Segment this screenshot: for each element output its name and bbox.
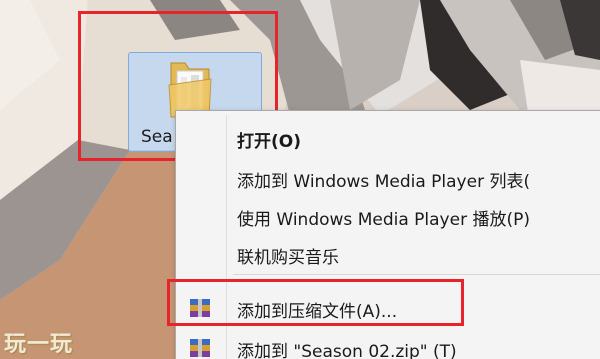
menu-item-play-with-wmp[interactable]: 使用 Windows Media Player 播放(P) bbox=[176, 199, 600, 233]
desktop: Sea 打开(O) 添加到 Windows Media Player 列表( 使… bbox=[0, 0, 600, 359]
menu-item-open[interactable]: 打开(O) bbox=[176, 121, 600, 155]
menu-item-add-to-wmp-list[interactable]: 添加到 Windows Media Player 列表( bbox=[176, 161, 600, 195]
watermark: 玩一玩 bbox=[4, 332, 74, 357]
menu-item-label: 使用 Windows Media Player 播放(P) bbox=[237, 210, 530, 230]
highlight-box-menu-item bbox=[167, 279, 464, 326]
menu-item-label: 联机购买音乐 bbox=[237, 248, 339, 268]
winrar-archive-icon bbox=[190, 339, 210, 357]
menu-item-label: 添加到 "Season 02.zip" (T) bbox=[237, 342, 457, 359]
menu-item-add-to-season-zip[interactable]: 添加到 "Season 02.zip" (T) bbox=[176, 331, 600, 359]
menu-item-label: 打开(O) bbox=[237, 132, 301, 152]
menu-item-buy-music-online[interactable]: 联机购买音乐 bbox=[176, 237, 600, 271]
menu-separator bbox=[233, 274, 600, 275]
menu-item-label: 添加到 Windows Media Player 列表( bbox=[237, 172, 531, 192]
